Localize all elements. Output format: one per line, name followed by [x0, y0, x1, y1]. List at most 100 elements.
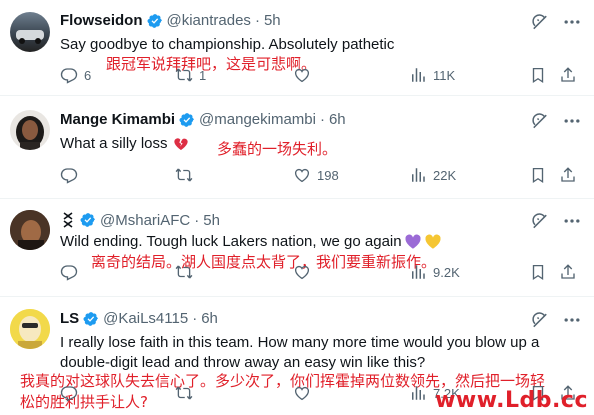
- verified-badge-icon: [147, 13, 163, 29]
- tweet-text: Say goodbye to championship. Absolutely …: [60, 36, 395, 53]
- timestamp[interactable]: 5h: [203, 212, 220, 229]
- repost-button[interactable]: [175, 263, 199, 281]
- tweet-header: LS @KaiLs4115 · 6h: [60, 310, 218, 327]
- yellow-heart-emoji-icon: [425, 234, 441, 249]
- avatar[interactable]: [10, 210, 50, 250]
- bookmark-button[interactable]: [529, 263, 547, 281]
- tweet-text-line: double-digit lead and throw away an easy…: [60, 354, 426, 371]
- repost-icon: [175, 66, 193, 84]
- separator-dot: ·: [194, 211, 200, 229]
- repost-button[interactable]: [175, 384, 199, 402]
- display-name[interactable]: LS: [60, 310, 79, 327]
- verified-badge-icon: [179, 112, 195, 128]
- like-icon: [293, 166, 311, 184]
- bookmark-button[interactable]: [529, 166, 547, 184]
- avatar[interactable]: [10, 309, 50, 349]
- grok-icon[interactable]: [530, 310, 550, 330]
- tweet-text: What a silly loss: [60, 134, 189, 154]
- like-button[interactable]: [293, 263, 317, 281]
- separator-dot: ·: [192, 310, 198, 327]
- tweet-card[interactable]: Mange Kimambi @mangekimambi · 6h What a …: [0, 96, 594, 199]
- repost-count: 1: [199, 67, 207, 83]
- repost-icon: [175, 166, 193, 184]
- views-button[interactable]: 22K: [409, 166, 456, 184]
- user-handle[interactable]: @mangekimambi: [199, 111, 316, 128]
- tweet-text: I really lose faith in this team. How ma…: [60, 333, 539, 373]
- reply-icon: [60, 166, 78, 184]
- reply-icon: [60, 66, 78, 84]
- views-icon: [409, 66, 427, 84]
- reply-count: 6: [84, 67, 92, 83]
- like-icon: [293, 263, 311, 281]
- tweet-text-content: Wild ending. Tough luck Lakers nation, w…: [60, 233, 402, 250]
- verified-badge-icon: [80, 212, 96, 228]
- user-handle[interactable]: @MshariAFC: [100, 212, 190, 229]
- like-icon: [293, 384, 311, 402]
- share-button[interactable]: [559, 166, 577, 184]
- views-count: 11K: [433, 67, 456, 83]
- like-count: 198: [317, 167, 339, 183]
- user-handle[interactable]: @kiantrades: [167, 12, 251, 29]
- views-button[interactable]: 11K: [409, 66, 455, 84]
- avatar[interactable]: [10, 12, 50, 52]
- bookmark-icon: [529, 166, 547, 184]
- share-button[interactable]: [559, 263, 577, 281]
- views-button[interactable]: 9.2K: [409, 263, 460, 281]
- verified-badge-icon: [83, 311, 99, 327]
- action-bar: 6 1 11K: [60, 66, 580, 88]
- views-count: 22K: [433, 167, 457, 183]
- reply-icon: [60, 384, 78, 402]
- bookmark-icon: [529, 66, 547, 84]
- views-icon: [409, 263, 427, 281]
- share-icon: [559, 263, 577, 281]
- tweet-card[interactable]: @MshariAFC · 5h Wild ending. Tough luck …: [0, 199, 594, 297]
- grok-icon[interactable]: [530, 12, 550, 32]
- tweet-header: @MshariAFC · 5h: [60, 211, 220, 229]
- more-icon[interactable]: [562, 211, 582, 231]
- timestamp[interactable]: 6h: [329, 111, 346, 128]
- repost-button[interactable]: 1: [175, 66, 206, 84]
- display-name[interactable]: Flowseidon: [60, 12, 143, 29]
- reply-button[interactable]: 6: [60, 66, 91, 84]
- views-icon: [409, 166, 427, 184]
- more-icon[interactable]: [562, 111, 582, 131]
- reply-button[interactable]: [60, 263, 84, 281]
- grok-icon[interactable]: [530, 211, 550, 231]
- reply-button[interactable]: [60, 166, 84, 184]
- avatar[interactable]: [10, 110, 50, 150]
- share-button[interactable]: [559, 66, 577, 84]
- repost-button[interactable]: [175, 166, 199, 184]
- bookmark-icon: [529, 263, 547, 281]
- views-icon: [409, 384, 427, 402]
- tweet-card[interactable]: Flowseidon @kiantrades · 5h Say goodbye …: [0, 0, 594, 96]
- share-icon: [559, 66, 577, 84]
- share-icon: [559, 166, 577, 184]
- more-icon[interactable]: [562, 12, 582, 32]
- like-button[interactable]: [293, 66, 317, 84]
- name-emoji-icon: [63, 212, 73, 228]
- grok-icon[interactable]: [530, 111, 550, 131]
- views-count: 9.2K: [433, 264, 460, 280]
- timestamp[interactable]: 6h: [201, 310, 218, 327]
- more-icon[interactable]: [562, 310, 582, 330]
- broken-heart-emoji-icon: [173, 138, 188, 150]
- translation-text: 多蠢的一场失利。: [217, 140, 338, 158]
- like-button[interactable]: [293, 384, 317, 402]
- separator-dot: ·: [254, 12, 260, 29]
- action-bar: 198 22K: [60, 166, 580, 188]
- timestamp[interactable]: 5h: [264, 12, 281, 29]
- action-bar: 9.2K: [60, 263, 580, 285]
- display-name[interactable]: Mange Kimambi: [60, 111, 175, 128]
- reply-icon: [60, 263, 78, 281]
- repost-icon: [175, 384, 193, 402]
- like-button[interactable]: 198: [293, 166, 339, 184]
- tweet-text: Wild ending. Tough luck Lakers nation, w…: [60, 232, 442, 252]
- reply-button[interactable]: [60, 384, 84, 402]
- user-handle[interactable]: @KaiLs4115: [103, 310, 188, 327]
- bookmark-button[interactable]: [529, 66, 547, 84]
- watermark: www.Ldb.cc: [435, 388, 588, 413]
- repost-icon: [175, 263, 193, 281]
- tweet-header: Mange Kimambi @mangekimambi · 6h: [60, 111, 346, 128]
- tweet-text-content: What a silly loss: [60, 135, 168, 152]
- purple-heart-emoji-icon: [405, 234, 421, 249]
